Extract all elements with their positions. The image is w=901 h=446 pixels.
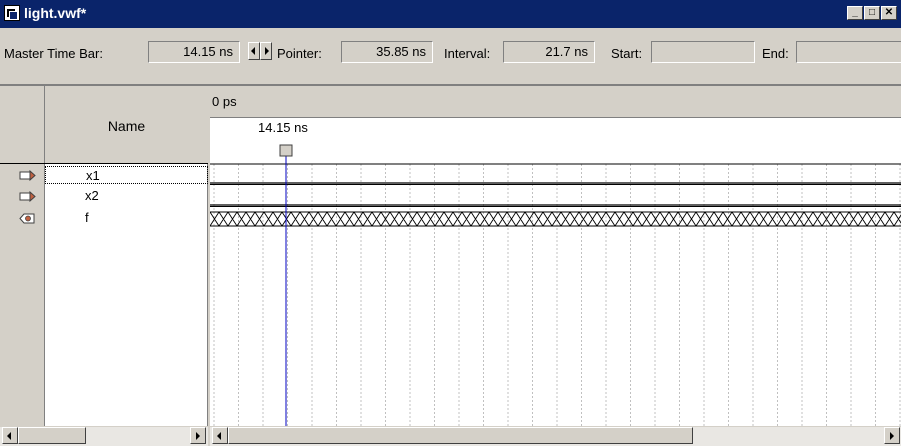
master-time-bar-prev-button[interactable]	[248, 42, 260, 60]
name-scroll-left-button[interactable]	[2, 427, 18, 444]
minimize-button[interactable]: _	[847, 6, 863, 20]
gutter-header	[0, 86, 45, 164]
name-header-label: Name	[107, 118, 146, 134]
output-pin-icon	[19, 213, 35, 224]
time-toolbar: Master Time Bar: 14.15 ns Pointer: 35.85…	[0, 28, 901, 78]
input-pin-icon	[19, 191, 36, 202]
end-field[interactable]	[796, 41, 901, 63]
arrow-left-icon	[217, 432, 221, 440]
master-time-bar-handle[interactable]	[279, 144, 293, 157]
arrow-left-icon	[251, 47, 255, 55]
pointer-field[interactable]: 35.85 ns	[341, 41, 433, 63]
waveform-scroll-left-button[interactable]	[212, 427, 228, 444]
arrow-left-icon	[7, 432, 11, 440]
master-time-bar-label: Master Time Bar:	[4, 46, 103, 61]
start-field[interactable]	[651, 41, 755, 63]
name-scroll-right-button[interactable]	[190, 427, 206, 444]
arrow-right-icon	[890, 432, 894, 440]
waveform-area[interactable]: 14.15 ns	[209, 86, 901, 426]
waveform-canvas[interactable]: 14.15 ns	[209, 86, 901, 426]
input-pin-icon	[19, 170, 36, 181]
waveform-f	[209, 211, 901, 227]
arrow-right-icon	[196, 432, 200, 440]
signal-row-f[interactable]: f	[45, 209, 208, 227]
waveform-file-icon	[4, 5, 20, 21]
time-ruler: 0 ps	[210, 86, 901, 118]
close-button[interactable]: ✕	[881, 6, 897, 20]
name-column-header[interactable]: Name	[45, 86, 208, 164]
signal-name: x2	[85, 188, 99, 203]
interval-field[interactable]: 21.7 ns	[503, 41, 595, 63]
master-time-bar-next-button[interactable]	[260, 42, 272, 60]
waveform-scroll-right-button[interactable]	[884, 427, 900, 444]
signal-name: f	[85, 210, 89, 225]
waveform-editor-panel: Name x1 x2 f 14.15 ns 0 ps	[0, 84, 901, 446]
marker-time-label: 14.15 ns	[258, 120, 308, 135]
start-label: Start:	[611, 46, 643, 61]
interval-label: Interval:	[444, 46, 491, 61]
window-title: light.vwf*	[24, 5, 87, 21]
arrow-right-icon	[265, 47, 269, 55]
undefined-value-pattern	[209, 211, 901, 227]
signal-row-x2[interactable]: x2	[45, 187, 208, 205]
window-title-bar[interactable]: light.vwf* _ □ ✕	[0, 0, 901, 28]
time-origin-label: 0 ps	[212, 94, 237, 109]
signal-row-x1[interactable]: x1	[45, 166, 208, 184]
name-scroll-thumb[interactable]	[18, 427, 86, 444]
waveform-scroll-thumb[interactable]	[228, 427, 693, 444]
signal-name: x1	[86, 168, 100, 183]
end-label: End:	[762, 46, 789, 61]
maximize-button[interactable]: □	[864, 6, 880, 20]
pointer-label: Pointer:	[277, 46, 322, 61]
master-time-bar-field[interactable]: 14.15 ns	[148, 41, 240, 63]
time-grid	[213, 164, 901, 426]
